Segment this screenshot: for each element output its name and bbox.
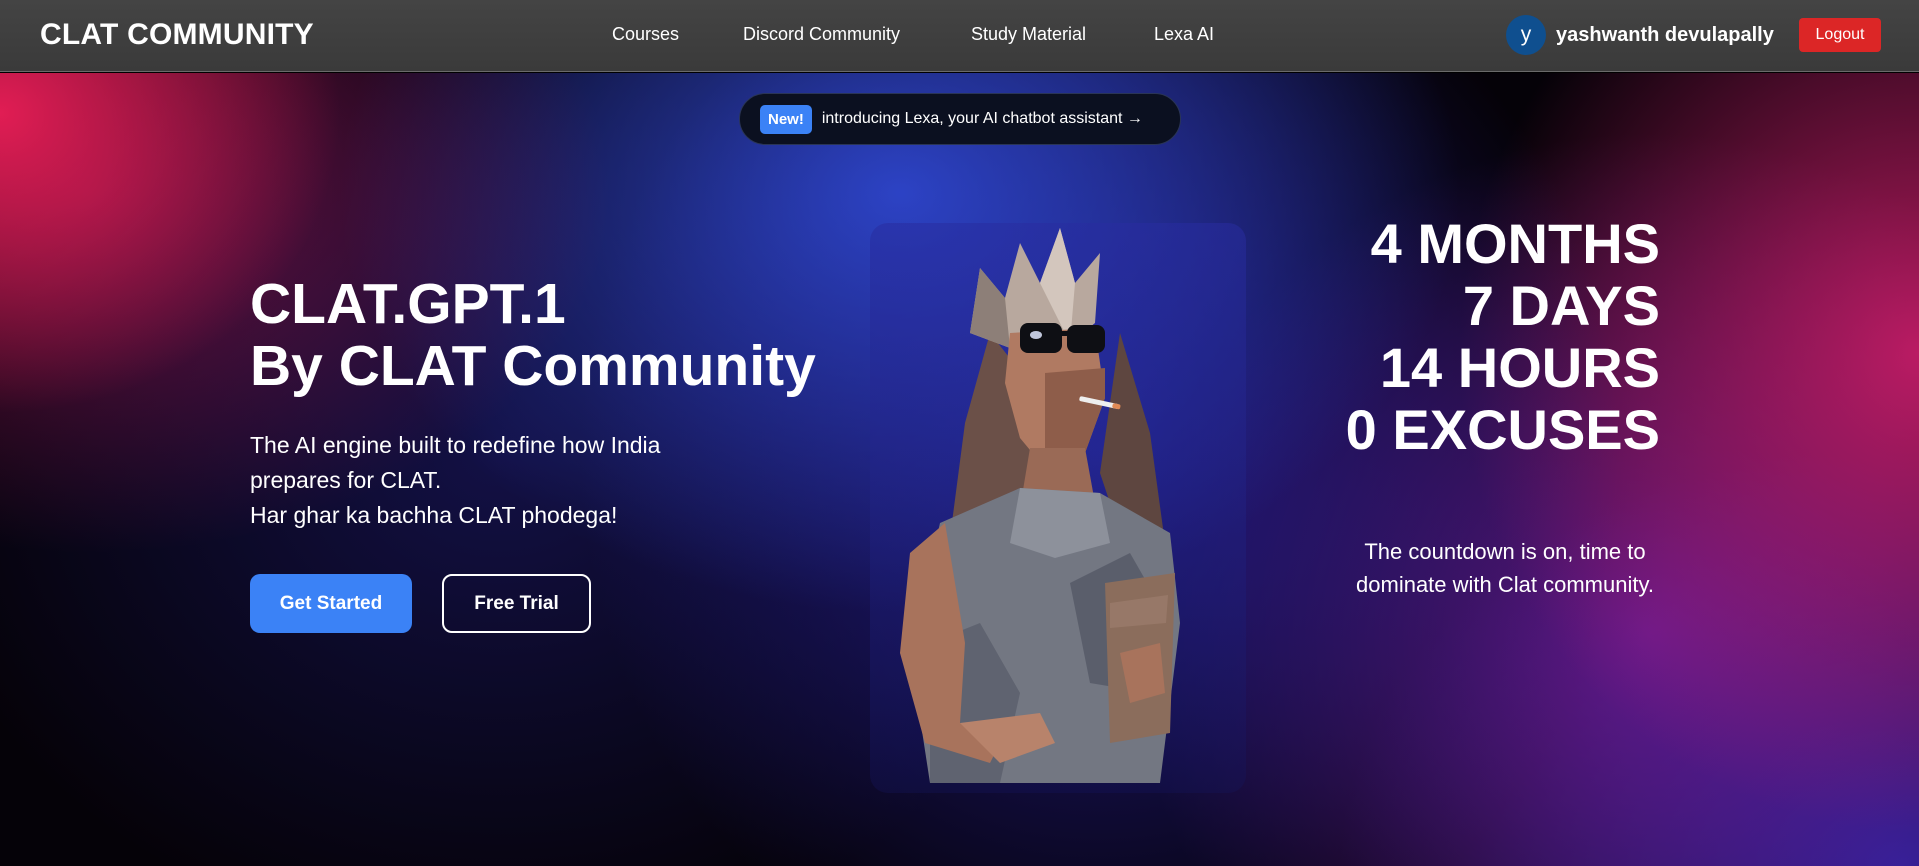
hero-subtitle: The AI engine built to redefine how Indi…	[250, 428, 750, 533]
user-profile[interactable]: y yashwanth devulapally	[1506, 15, 1774, 55]
logout-button[interactable]: Logout	[1799, 18, 1881, 52]
countdown: 4 MONTHS 7 DAYS 14 HOURS 0 EXCUSES	[1260, 213, 1660, 461]
lady-justice-illustration	[870, 223, 1246, 793]
countdown-months: 4 MONTHS	[1370, 212, 1660, 275]
announcement-text: introducing Lexa, your AI chatbot assist…	[821, 110, 1143, 127]
new-badge: New!	[760, 104, 812, 134]
hero-subtitle-line3: Har ghar ka bachha CLAT phodega!	[250, 502, 618, 528]
nav-link-study-material[interactable]: Study Material	[971, 24, 1086, 45]
navbar: CLAT COMMUNITY Courses Discord Community…	[0, 0, 1919, 72]
hero-subtitle-line2: prepares for CLAT.	[250, 467, 442, 493]
announcement-pill[interactable]: New! introducing Lexa, your AI chatbot a…	[739, 93, 1181, 145]
lady-justice-figure	[900, 228, 1180, 783]
avatar[interactable]: y	[1506, 15, 1546, 55]
countdown-excuses: 0 EXCUSES	[1345, 398, 1660, 461]
username: yashwanth devulapally	[1556, 23, 1774, 46]
get-started-button[interactable]: Get Started	[250, 574, 412, 633]
countdown-hours: 14 HOURS	[1379, 336, 1660, 399]
countdown-tagline-line1: The countdown is on, time to	[1364, 539, 1646, 564]
hero-title-line2: By CLAT Community	[250, 334, 816, 398]
free-trial-button[interactable]: Free Trial	[442, 574, 591, 633]
nav-link-courses[interactable]: Courses	[612, 24, 679, 45]
hero-section: New! introducing Lexa, your AI chatbot a…	[0, 73, 1919, 866]
countdown-tagline-line2: dominate with Clat community.	[1356, 572, 1654, 597]
countdown-days: 7 DAYS	[1462, 274, 1660, 337]
countdown-tagline: The countdown is on, time to dominate wi…	[1330, 535, 1680, 601]
hero-subtitle-line1: The AI engine built to redefine how Indi…	[250, 432, 661, 458]
hero-title: CLAT.GPT.1 By CLAT Community	[250, 273, 816, 397]
hero-title-line1: CLAT.GPT.1	[250, 272, 566, 336]
nav-link-lexa-ai[interactable]: Lexa AI	[1154, 24, 1214, 45]
nav-link-discord-community[interactable]: Discord Community	[743, 24, 900, 45]
